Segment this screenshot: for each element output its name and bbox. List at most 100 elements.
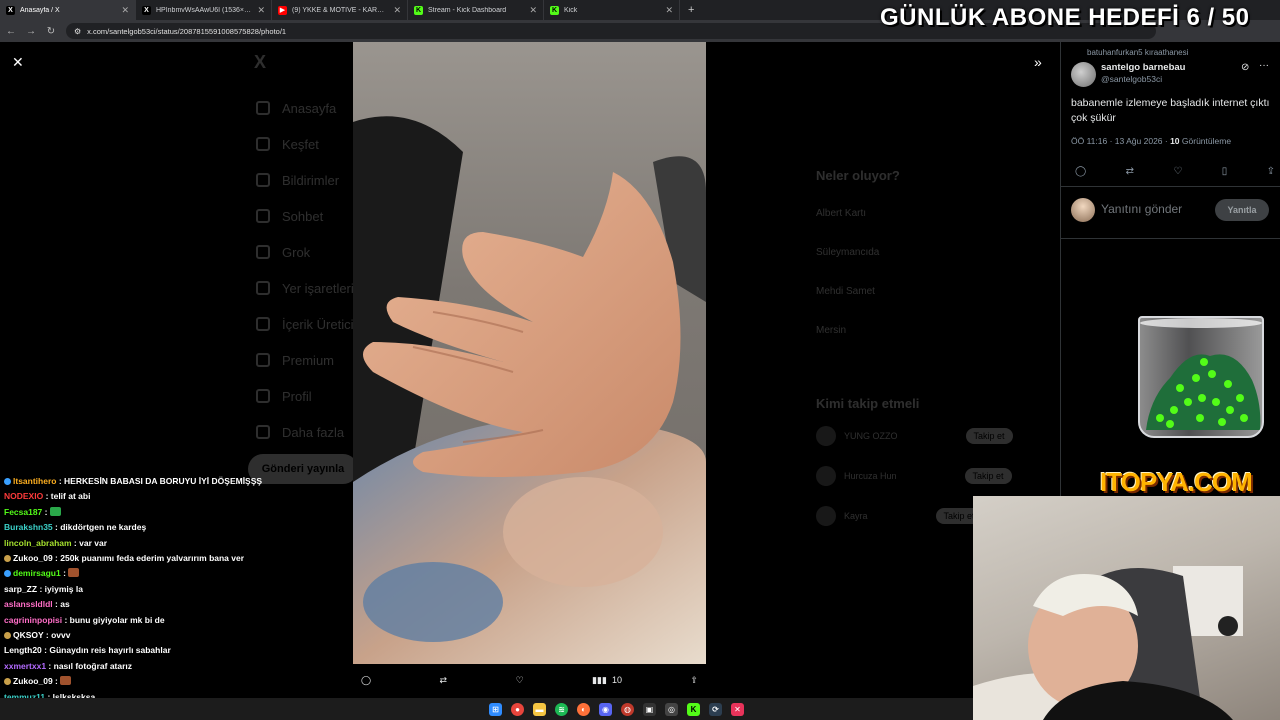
nav-item[interactable]: Yer işaretleri xyxy=(256,270,354,306)
webcam-overlay xyxy=(973,496,1280,720)
chat-message: sarp_ZZ : iyiymiş la xyxy=(4,582,349,597)
close-tab-icon[interactable]: ✕ xyxy=(121,5,129,16)
discord-icon[interactable]: ◉ xyxy=(599,702,612,716)
nav-label: Premium xyxy=(282,352,335,368)
app-icon[interactable]: ▣ xyxy=(643,702,656,716)
chat-separator: : xyxy=(43,491,51,502)
share-icon[interactable]: ⇪ xyxy=(690,675,698,686)
trend-item[interactable]: Albert Kartı xyxy=(816,208,866,219)
chat-text: Günaydın reis hayırlı sabahlar xyxy=(49,645,171,656)
views-count: 10 xyxy=(611,675,622,685)
author-handle[interactable]: @santelgob53ci xyxy=(1101,74,1162,84)
reload-icon[interactable]: ↻ xyxy=(46,26,56,37)
follow-suggestion[interactable]: Kayra Takip et xyxy=(816,506,983,526)
nav-item[interactable]: Anasayfa xyxy=(256,90,354,126)
file-explorer-icon[interactable]: ▬ xyxy=(533,702,546,716)
chat-username[interactable]: Length20 xyxy=(4,645,42,655)
chat-message: Length20 : Günaydın reis hayırlı sabahla… xyxy=(4,643,349,658)
x-app-icon[interactable]: ✕ xyxy=(731,702,744,716)
spotify-icon[interactable]: ≋ xyxy=(555,702,568,716)
tweet-time: ÖÖ 11:16 · 13 Ağu 2026 · xyxy=(1071,136,1171,146)
chat-username[interactable]: QKSOY xyxy=(13,630,44,640)
reply-button[interactable]: Yanıtla xyxy=(1215,199,1269,221)
follow-name: Kayra xyxy=(844,511,868,521)
chat-badge-icon xyxy=(4,570,11,578)
nav-item[interactable]: Grok xyxy=(256,234,354,270)
chat-badge-icon xyxy=(4,632,11,640)
collapse-panel-icon[interactable]: » xyxy=(1034,54,1042,70)
follow-button[interactable]: Takip et xyxy=(964,468,1012,484)
nav-item[interactable]: Profil xyxy=(256,378,354,414)
share-icon[interactable]: ⇪ xyxy=(1267,166,1275,177)
follow-button[interactable]: Takip et xyxy=(965,428,1013,444)
chat-username[interactable]: ltsantihero xyxy=(13,476,56,486)
new-tab-icon[interactable]: + xyxy=(680,4,702,16)
chat-username[interactable]: sarp_ZZ xyxy=(4,584,37,594)
app-icon[interactable]: ◎ xyxy=(665,702,678,716)
reply-icon[interactable]: ◯ xyxy=(361,675,371,686)
repost-icon[interactable]: ⇄ xyxy=(1126,166,1134,177)
trend-item[interactable]: Mehdi Samet xyxy=(816,286,875,297)
nav-item[interactable]: İçerik Üretici xyxy=(256,306,354,342)
nav-item[interactable]: Premium xyxy=(256,342,354,378)
firefox-icon[interactable]: ◐ xyxy=(577,702,590,716)
like-icon[interactable]: ♡ xyxy=(516,675,524,686)
chat-username[interactable]: Zukoo_09 xyxy=(13,553,53,563)
browser-tab[interactable]: X Anasayfa / X ✕ xyxy=(0,0,136,20)
back-icon[interactable]: ← xyxy=(6,26,16,37)
chat-username[interactable]: cagrininpopisi xyxy=(4,615,62,625)
chat-username[interactable]: NODEXIO xyxy=(4,491,43,501)
browser-tab[interactable]: ▶ (9) YKKE & MOTIVE - KARANLIK ✕ xyxy=(272,0,408,20)
windows-start-icon[interactable]: ⊞ xyxy=(489,702,502,716)
chrome-icon[interactable]: ● xyxy=(511,702,524,716)
nav-item[interactable]: Daha fazla xyxy=(256,414,354,450)
chat-username[interactable]: lincoln_abraham xyxy=(4,538,72,548)
follow-suggestion[interactable]: YUNG OZZO Takip et xyxy=(816,426,1013,446)
browser-tab[interactable]: K Kick ✕ xyxy=(544,0,680,20)
chat-text: ovvv xyxy=(51,630,71,641)
chat-text: HERKESİN BABASI DA BORUYU İYİ DÖŞEMİŞŞŞ xyxy=(64,476,263,486)
chat-username[interactable]: Fecsa187 xyxy=(4,507,42,517)
trend-item[interactable]: Mersin xyxy=(816,325,846,336)
reposted-by: batuhanfurkan5 kıraathanesi xyxy=(1087,48,1189,57)
close-tab-icon[interactable]: ✕ xyxy=(665,5,673,16)
close-icon[interactable]: ✕ xyxy=(12,54,24,71)
more-options-icon[interactable]: ··· xyxy=(1259,60,1269,71)
nav-icon xyxy=(256,173,270,187)
nav-item[interactable]: Keşfet xyxy=(256,126,354,162)
chat-username[interactable]: demirsagu1 xyxy=(13,568,61,578)
author-avatar[interactable] xyxy=(1071,62,1096,87)
like-icon[interactable]: ♡ xyxy=(1173,166,1182,177)
nav-icon xyxy=(256,137,270,151)
close-tab-icon[interactable]: ✕ xyxy=(257,5,265,16)
author-name[interactable]: santelgo barnebau xyxy=(1101,62,1185,73)
tweet-photo[interactable] xyxy=(353,42,706,664)
chat-text: bunu giyiyolar mk bi de xyxy=(69,614,165,625)
browser-tab[interactable]: X HPInbmvWsAAwU6I (1536×2048) ✕ xyxy=(136,0,272,20)
nav-item[interactable]: Bildirimler xyxy=(256,162,354,198)
site-info-icon[interactable]: ⚙ xyxy=(74,27,81,36)
bookmark-icon[interactable]: ▯ xyxy=(1222,166,1228,177)
chat-username[interactable]: xxmertxx1 xyxy=(4,661,46,671)
youtube-icon: ▶ xyxy=(278,5,287,15)
grok-icon[interactable]: ⊘ xyxy=(1241,62,1249,73)
forward-icon[interactable]: → xyxy=(26,26,36,37)
follow-suggestion[interactable]: Hurcuza Hun Takip et xyxy=(816,466,1012,486)
browser-tab[interactable]: K Stream - Kick Dashboard ✕ xyxy=(408,0,544,20)
trend-item[interactable]: Süleymancıda xyxy=(816,247,879,258)
nav-item[interactable]: Sohbet xyxy=(256,198,354,234)
obs-icon[interactable]: ◍ xyxy=(621,702,634,716)
tweet-meta: ÖÖ 11:16 · 13 Ağu 2026 · 10 Görüntüleme xyxy=(1071,136,1231,146)
reply-input[interactable]: Yanıtını gönder xyxy=(1101,202,1182,216)
close-tab-icon[interactable]: ✕ xyxy=(393,5,401,16)
app-icon[interactable]: ⟳ xyxy=(709,702,722,716)
chat-username[interactable]: aslanssldldl xyxy=(4,599,53,609)
views-button[interactable]: ▮▮▮ 10 xyxy=(592,675,622,686)
chat-username[interactable]: Burakshn35 xyxy=(4,522,53,532)
chat-text: dikdörtgen ne kardeş xyxy=(60,522,147,533)
kick-app-icon[interactable]: K xyxy=(687,702,700,716)
repost-icon[interactable]: ⇄ xyxy=(440,675,448,686)
close-tab-icon[interactable]: ✕ xyxy=(529,5,537,16)
chat-username[interactable]: Zukoo_09 xyxy=(13,676,53,686)
reply-icon[interactable]: ◯ xyxy=(1075,166,1086,177)
